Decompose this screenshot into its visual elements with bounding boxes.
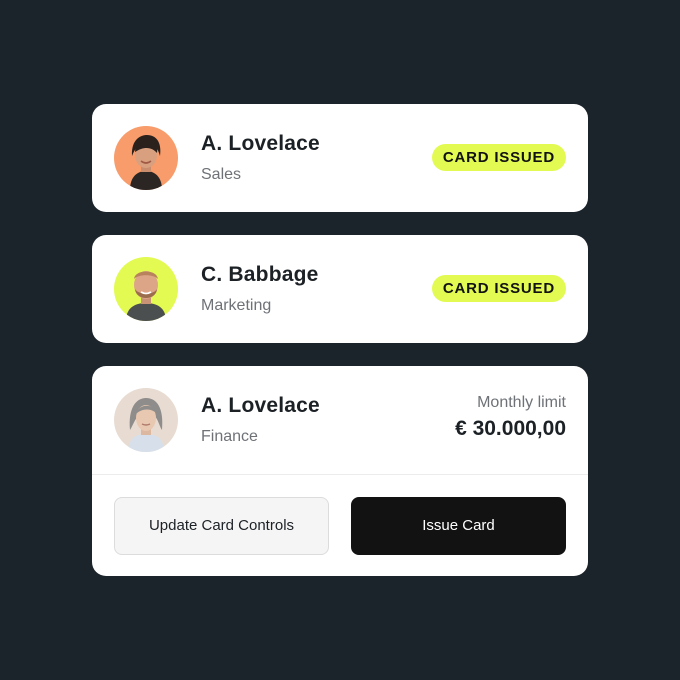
monthly-limit-label: Monthly limit (477, 394, 566, 411)
employee-card-3[interactable]: A. Lovelace Finance Monthly limit € 30.0… (92, 366, 588, 576)
employee-card-1[interactable]: A. Lovelace Sales CARD ISSUED (92, 104, 588, 212)
employee-name: C. Babbage (201, 263, 319, 286)
person-avatar-icon (114, 257, 178, 321)
person-avatar-icon (114, 388, 178, 452)
person-avatar-icon (114, 126, 178, 190)
monthly-limit-value: € 30.000,00 (455, 417, 566, 440)
update-card-controls-button[interactable]: Update Card Controls (114, 497, 329, 555)
employee-card-2[interactable]: C. Babbage Marketing CARD ISSUED (92, 235, 588, 343)
employee-name: A. Lovelace (201, 132, 320, 155)
employee-department: Sales (201, 166, 242, 183)
avatar (114, 388, 178, 452)
status-badge: CARD ISSUED (431, 275, 566, 302)
status-badge: CARD ISSUED (431, 144, 566, 171)
employee-department: Finance (201, 428, 258, 445)
issue-card-button[interactable]: Issue Card (351, 497, 566, 555)
avatar (114, 126, 178, 190)
avatar (114, 257, 178, 321)
employee-name: A. Lovelace (201, 394, 320, 417)
employee-department: Marketing (201, 297, 272, 314)
card-actions: Update Card Controls Issue Card (92, 475, 588, 576)
